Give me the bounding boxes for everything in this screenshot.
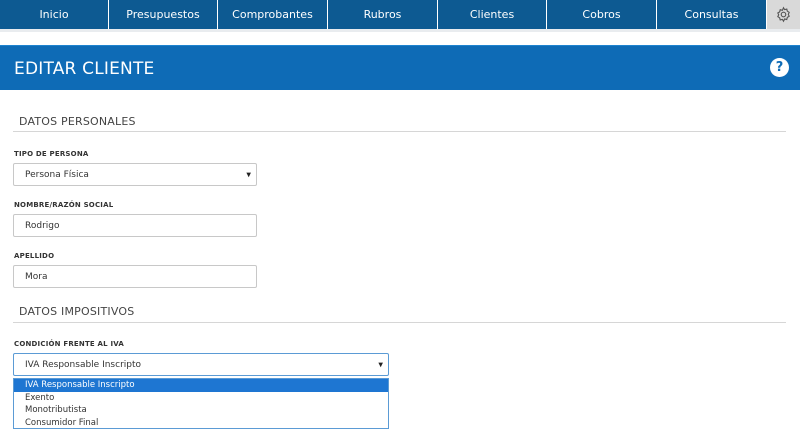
caret-down-icon: ▼ <box>378 361 383 368</box>
nav-item-presupuestos[interactable]: Presupuestos <box>109 0 218 29</box>
condicion-iva-options: IVA Responsable Inscripto Exento Monotri… <box>13 378 389 429</box>
nombre-value: Rodrigo <box>25 220 60 231</box>
help-icon[interactable]: ? <box>770 58 789 77</box>
apellido-value: Mora <box>25 271 48 282</box>
nav-item-cobros[interactable]: Cobros <box>547 0 657 29</box>
tipo-persona-value: Persona Física <box>25 169 89 180</box>
tipo-persona-label: TIPO DE PERSONA <box>14 150 89 158</box>
section-divider <box>13 131 786 132</box>
page-header: EDITAR CLIENTE ? <box>0 45 800 90</box>
page-title: EDITAR CLIENTE <box>14 59 155 79</box>
navbar-divider <box>0 29 800 32</box>
nombre-input[interactable]: Rodrigo <box>13 214 257 237</box>
option-consumidor-final[interactable]: Consumidor Final <box>14 417 388 430</box>
nav-item-rubros[interactable]: Rubros <box>328 0 438 29</box>
section-divider <box>13 322 786 323</box>
section-title-personal: DATOS PERSONALES <box>19 115 136 128</box>
apellido-label: APELLIDO <box>14 252 55 260</box>
nav-item-comprobantes[interactable]: Comprobantes <box>218 0 328 29</box>
nav-item-consultas[interactable]: Consultas <box>657 0 767 29</box>
top-navbar: Inicio Presupuestos Comprobantes Rubros … <box>0 0 800 29</box>
condicion-iva-label: CONDICIÓN FRENTE AL IVA <box>14 340 125 348</box>
nombre-label: NOMBRE/RAZÓN SOCIAL <box>14 201 114 209</box>
option-monotributista[interactable]: Monotributista <box>14 404 388 417</box>
nav-item-inicio[interactable]: Inicio <box>0 0 109 29</box>
tipo-persona-select[interactable]: Persona Física ▼ <box>13 163 257 186</box>
condicion-iva-select[interactable]: IVA Responsable Inscripto ▼ <box>13 353 389 376</box>
settings-button[interactable] <box>767 0 800 29</box>
caret-down-icon: ▼ <box>246 171 251 178</box>
option-exento[interactable]: Exento <box>14 392 388 405</box>
apellido-input[interactable]: Mora <box>13 265 257 288</box>
nav-item-clientes[interactable]: Clientes <box>438 0 547 29</box>
option-responsable-inscripto[interactable]: IVA Responsable Inscripto <box>14 379 388 392</box>
gear-icon <box>777 6 790 23</box>
condicion-iva-value: IVA Responsable Inscripto <box>25 359 142 370</box>
section-title-tax: DATOS IMPOSITIVOS <box>19 305 135 318</box>
